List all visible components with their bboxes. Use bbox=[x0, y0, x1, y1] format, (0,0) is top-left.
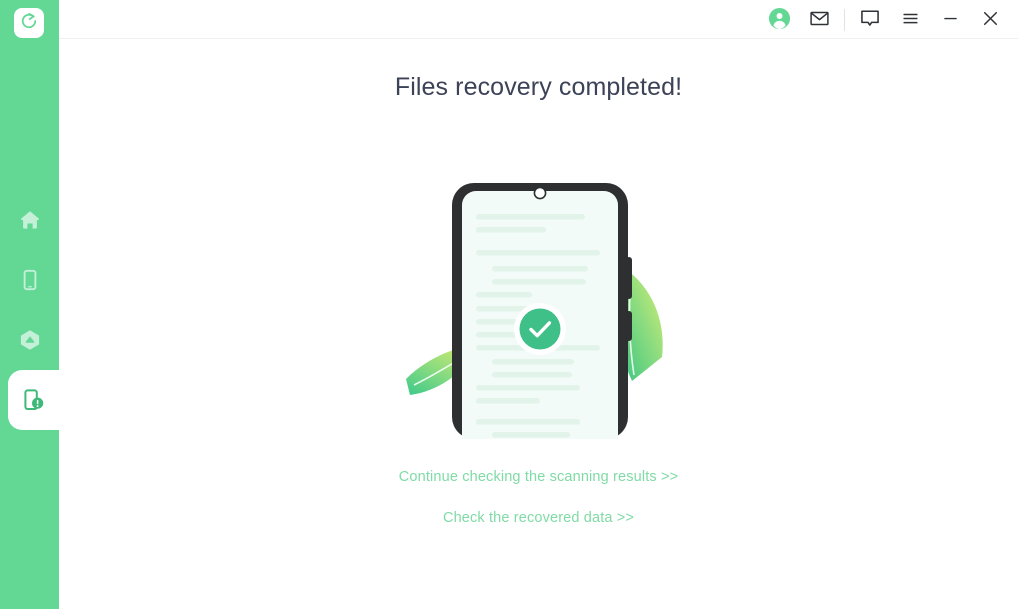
menu-button[interactable] bbox=[890, 0, 930, 39]
window-controls bbox=[759, 0, 1018, 39]
envelope-icon bbox=[809, 8, 830, 32]
phone-alert-icon bbox=[20, 387, 46, 413]
home-icon bbox=[18, 208, 42, 232]
app-logo[interactable] bbox=[14, 8, 44, 38]
close-button[interactable] bbox=[970, 0, 1010, 39]
app-window: Files recovery completed! Continue check… bbox=[0, 0, 1018, 609]
restore-refresh-icon bbox=[19, 11, 39, 36]
sidebar-item-recovery[interactable] bbox=[0, 356, 64, 444]
check-circle-icon bbox=[514, 303, 566, 355]
close-icon bbox=[980, 8, 1001, 32]
speech-bubble-icon bbox=[859, 7, 881, 32]
check-recovered-data-link[interactable]: Check the recovered data >> bbox=[59, 510, 1018, 526]
sidebar-item-home[interactable] bbox=[0, 190, 59, 250]
minimize-icon bbox=[940, 8, 961, 32]
phone-icon bbox=[18, 268, 42, 292]
sidebar-item-device[interactable] bbox=[0, 250, 59, 310]
mail-button[interactable] bbox=[799, 0, 839, 39]
continue-scanning-results-link[interactable]: Continue checking the scanning results >… bbox=[59, 469, 1018, 485]
account-button[interactable] bbox=[759, 0, 799, 39]
minimize-button[interactable] bbox=[930, 0, 970, 39]
cloud-backup-icon bbox=[17, 327, 43, 353]
user-avatar-icon bbox=[768, 7, 791, 33]
phone-recovery-success-illustration bbox=[400, 179, 680, 439]
main-content: Files recovery completed! Continue check… bbox=[59, 39, 1018, 609]
title-bar bbox=[59, 0, 1018, 39]
feedback-button[interactable] bbox=[850, 0, 890, 39]
toolbar-divider bbox=[844, 8, 845, 31]
sidebar-nav bbox=[0, 190, 64, 444]
action-links: Continue checking the scanning results >… bbox=[59, 469, 1018, 526]
hamburger-menu-icon bbox=[900, 8, 921, 32]
sidebar bbox=[0, 0, 64, 609]
page-title: Files recovery completed! bbox=[394, 73, 683, 101]
